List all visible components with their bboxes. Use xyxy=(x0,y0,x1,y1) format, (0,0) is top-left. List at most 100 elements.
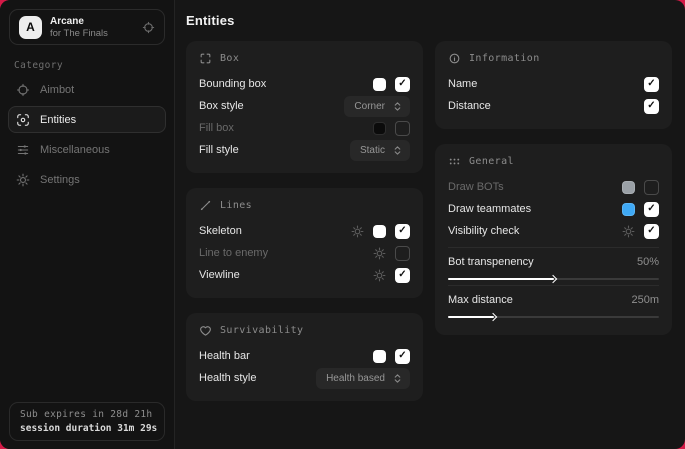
group-title: Box xyxy=(220,53,239,64)
general-icon xyxy=(448,155,461,168)
setting-row-health-style: Health style Health based xyxy=(199,367,410,389)
gear-icon xyxy=(16,173,30,187)
color-swatch[interactable] xyxy=(373,225,386,238)
fill-box-checkbox[interactable] xyxy=(395,121,410,136)
crosshair-icon[interactable] xyxy=(142,21,155,34)
app-window: A Arcane for The Finals Category xyxy=(0,0,685,449)
page-title: Entities xyxy=(186,13,672,28)
sidebar-item-settings[interactable]: Settings xyxy=(8,166,166,193)
health-bar-checkbox[interactable] xyxy=(395,349,410,364)
setting-row-draw-bots: Draw BOTs xyxy=(448,176,659,198)
app-tagline: for The Finals xyxy=(50,28,108,40)
survivability-card: Survivability Health bar Health style xyxy=(186,313,423,401)
app-logo: A xyxy=(19,16,42,39)
sidebar-item-label: Entities xyxy=(40,114,76,126)
lines-icon xyxy=(199,199,212,212)
setting-label: Fill style xyxy=(199,144,350,156)
setting-label: Bot transpenency xyxy=(448,256,534,268)
lines-card: Lines Skeleton Line to enem xyxy=(186,188,423,298)
setting-row-fill-box: Fill box xyxy=(199,117,410,139)
setting-label: Draw BOTs xyxy=(448,181,622,193)
setting-row-viewline: Viewline xyxy=(199,264,410,286)
sidebar-item-entities[interactable]: Entities xyxy=(8,106,166,133)
session-duration: session duration 31m 29s xyxy=(20,423,154,434)
line-to-enemy-gear-icon[interactable] xyxy=(373,247,386,260)
setting-label: Box style xyxy=(199,100,344,112)
setting-row-box-style: Box style Corner xyxy=(199,95,410,117)
color-swatch[interactable] xyxy=(373,122,386,135)
subscription-expiry: Sub expires in 28d 21h xyxy=(20,409,154,420)
subscription-card: Sub expires in 28d 21h session duration … xyxy=(9,402,165,441)
dropdown-value: Health based xyxy=(326,373,385,384)
line-to-enemy-checkbox[interactable] xyxy=(395,246,410,261)
draw-teammates-checkbox[interactable] xyxy=(644,202,659,217)
draw-bots-checkbox[interactable] xyxy=(644,180,659,195)
slider-value: 50% xyxy=(637,256,659,268)
max-distance-slider[interactable] xyxy=(448,316,659,318)
bot-transparency-slider-row: Bot transpenency 50% xyxy=(448,254,659,280)
group-title: Survivability xyxy=(220,325,303,336)
slider-value: 250m xyxy=(631,294,659,306)
bounding-box-checkbox[interactable] xyxy=(395,77,410,92)
scan-eye-icon xyxy=(16,113,30,127)
sidebar-item-aimbot[interactable]: Aimbot xyxy=(8,76,166,103)
setting-row-health-bar: Health bar xyxy=(199,345,410,367)
setting-row-name: Name xyxy=(448,73,659,95)
chevrons-up-down-icon xyxy=(392,101,403,112)
setting-label: Distance xyxy=(448,100,644,112)
setting-label: Bounding box xyxy=(199,78,373,90)
health-style-dropdown[interactable]: Health based xyxy=(316,368,410,389)
setting-row-distance: Distance xyxy=(448,95,659,117)
viewline-gear-icon[interactable] xyxy=(373,269,386,282)
divider xyxy=(448,285,659,286)
setting-label: Skeleton xyxy=(199,225,351,237)
viewline-checkbox[interactable] xyxy=(395,268,410,283)
right-column: Information Name Distance xyxy=(435,41,672,401)
distance-checkbox[interactable] xyxy=(644,99,659,114)
slider-fill[interactable] xyxy=(448,316,494,318)
sidebar-nav: Aimbot Entities xyxy=(0,76,174,193)
sidebar-item-label: Settings xyxy=(40,174,80,186)
skeleton-checkbox[interactable] xyxy=(395,224,410,239)
setting-label: Max distance xyxy=(448,294,513,306)
color-swatch[interactable] xyxy=(622,181,635,194)
setting-row-fill-style: Fill style Static xyxy=(199,139,410,161)
color-swatch[interactable] xyxy=(373,350,386,363)
box-style-dropdown[interactable]: Corner xyxy=(344,96,410,117)
chevrons-up-down-icon xyxy=(392,373,403,384)
app-name: Arcane xyxy=(50,15,108,28)
group-title: Lines xyxy=(220,200,252,211)
information-icon xyxy=(448,52,461,65)
sidebar-item-miscellaneous[interactable]: Miscellaneous xyxy=(8,136,166,163)
app-card: A Arcane for The Finals xyxy=(9,9,165,45)
left-column: Box Bounding box Box style Cor xyxy=(186,41,423,401)
setting-label: Health bar xyxy=(199,350,373,362)
chevrons-up-down-icon xyxy=(392,145,403,156)
survivability-icon xyxy=(199,324,212,337)
setting-row-bounding-box: Bounding box xyxy=(199,73,410,95)
slider-fill[interactable] xyxy=(448,278,554,280)
name-checkbox[interactable] xyxy=(644,77,659,92)
fill-style-dropdown[interactable]: Static xyxy=(350,140,410,161)
color-swatch[interactable] xyxy=(622,203,635,216)
setting-row-skeleton: Skeleton xyxy=(199,220,410,242)
sidebar-item-label: Miscellaneous xyxy=(40,144,110,156)
setting-label: Line to enemy xyxy=(199,247,373,259)
group-title: Information xyxy=(469,53,540,64)
setting-row-draw-teammates: Draw teammates xyxy=(448,198,659,220)
sidebar-item-label: Aimbot xyxy=(40,84,74,96)
visibility-check-gear-icon[interactable] xyxy=(622,225,635,238)
setting-label: Draw teammates xyxy=(448,203,622,215)
category-label: Category xyxy=(14,60,174,71)
setting-row-visibility-check: Visibility check xyxy=(448,220,659,242)
setting-label: Name xyxy=(448,78,644,90)
setting-label: Visibility check xyxy=(448,225,622,237)
dropdown-value: Corner xyxy=(354,101,385,112)
visibility-check-checkbox[interactable] xyxy=(644,224,659,239)
information-card: Information Name Distance xyxy=(435,41,672,129)
color-swatch[interactable] xyxy=(373,78,386,91)
skeleton-gear-icon[interactable] xyxy=(351,225,364,238)
setting-label: Viewline xyxy=(199,269,373,281)
group-title: General xyxy=(469,156,514,167)
bot-transparency-slider[interactable] xyxy=(448,278,659,280)
